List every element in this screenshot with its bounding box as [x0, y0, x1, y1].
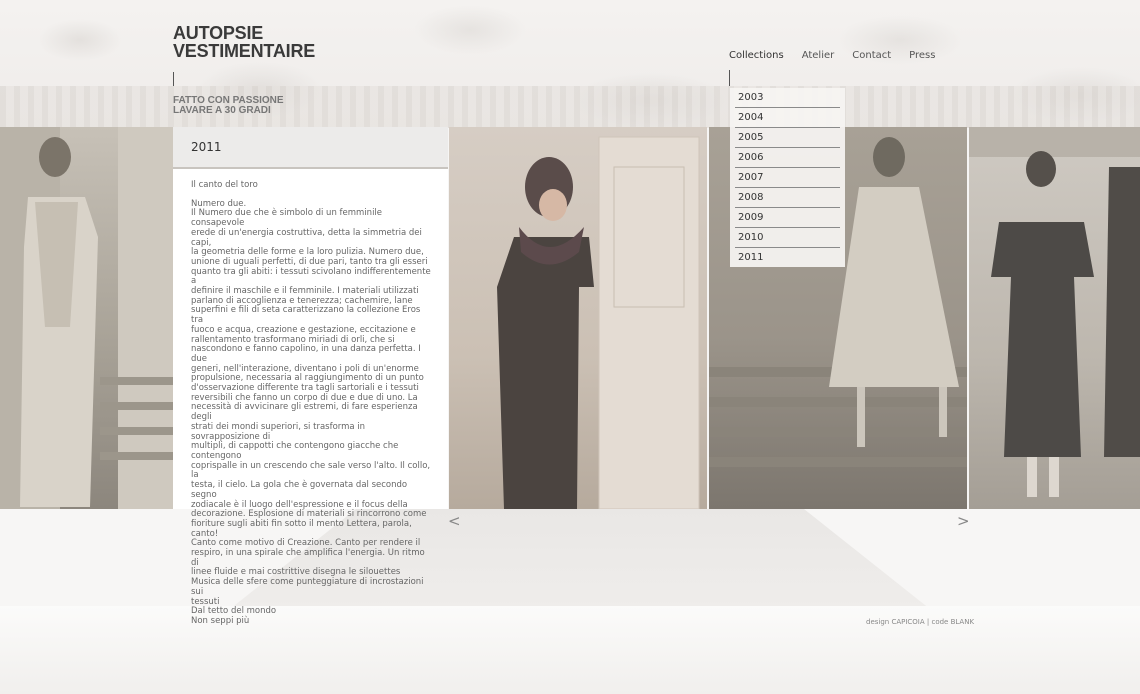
- description-line: necessità di avvicinare gli estremi, di …: [191, 402, 418, 423]
- description-line: Musica delle sfere come punteggiature di…: [191, 577, 424, 597]
- nav-divider: [729, 70, 730, 86]
- main-nav: Collections Atelier Contact Press: [729, 50, 953, 61]
- nav-contact[interactable]: Contact: [852, 50, 891, 61]
- logo-divider: [173, 72, 174, 86]
- model-figure-2: [497, 136, 700, 509]
- collection-panel: 2011 Il canto del toro Numero due. Il Num…: [173, 127, 448, 626]
- year-item-2007[interactable]: 2007: [735, 168, 840, 188]
- year-item-2006[interactable]: 2006: [735, 148, 840, 168]
- description-line: quanto tra gli abiti: i tessuti scivolan…: [191, 266, 431, 287]
- description-line: erede di un'energia costruttiva, detta l…: [191, 227, 422, 248]
- nav-press[interactable]: Press: [909, 50, 935, 61]
- photo-strip: [0, 127, 1140, 509]
- prev-arrow-icon[interactable]: <: [448, 512, 461, 530]
- logo-line-1: AUTOPSIE: [173, 23, 264, 43]
- collection-year: 2011: [173, 127, 448, 169]
- nav-collections[interactable]: Collections: [729, 50, 784, 61]
- next-arrow-icon[interactable]: >: [957, 512, 970, 530]
- collection-title: Il canto del toro: [191, 180, 258, 190]
- tagline: FATTO CON PASSIONE LAVARE A 30 GRADI: [173, 96, 284, 116]
- year-item-2008[interactable]: 2008: [735, 188, 840, 208]
- site-logo[interactable]: AUTOPSIE VESTIMENTAIRE: [173, 24, 315, 60]
- year-item-2005[interactable]: 2005: [735, 128, 840, 148]
- description-lines: Numero due. Il Numero due che è simbolo d…: [191, 199, 434, 627]
- description-line: fioriture sugli abiti fin sotto il mento…: [191, 518, 412, 539]
- nav-atelier[interactable]: Atelier: [802, 50, 835, 61]
- description-line: Il Numero due che è simbolo di un femmin…: [191, 208, 383, 229]
- description-line: strati dei mondi superiori, si trasforma…: [191, 421, 366, 442]
- tagline-line-2: LAVARE A 30 GRADI: [173, 105, 271, 116]
- model-figure-4: [969, 127, 1140, 497]
- photo-model-charcoal-dress[interactable]: [969, 127, 1140, 509]
- year-item-2011[interactable]: 2011: [735, 248, 840, 268]
- year-item-2004[interactable]: 2004: [735, 108, 840, 128]
- year-item-2003[interactable]: 2003: [735, 88, 840, 108]
- year-item-2010[interactable]: 2010: [735, 228, 840, 248]
- photo-model-grey-dress[interactable]: [449, 127, 707, 509]
- year-item-2009[interactable]: 2009: [735, 208, 840, 228]
- footer-credits[interactable]: design CAPICOIA | code BLANK: [866, 618, 974, 626]
- photo-model-white-dress[interactable]: [0, 127, 173, 509]
- lace-band: [0, 86, 1140, 128]
- description-line: superfini e fili di seta caratterizzano …: [191, 305, 421, 326]
- description-line: Non seppi più: [191, 615, 250, 626]
- description-line: nascondono e fanno capolino, in una danz…: [191, 344, 421, 364]
- collections-dropdown: 2003 2004 2005 2006 2007 2008 2009 2010 …: [730, 88, 845, 267]
- logo-line-2: VESTIMENTAIRE: [173, 41, 316, 61]
- description-line: multipli, di cappotti che contengono gia…: [191, 441, 399, 461]
- description-line: testa, il cielo. La gola che è governata…: [191, 480, 408, 500]
- collection-description: Il canto del toro Numero due. Il Numero d…: [173, 169, 448, 627]
- description-line: respiro, in una spirale che amplifica l'…: [191, 548, 425, 568]
- description-line: coprispalle in un crescendo che sale ver…: [191, 460, 431, 481]
- model-figure-1: [0, 127, 173, 509]
